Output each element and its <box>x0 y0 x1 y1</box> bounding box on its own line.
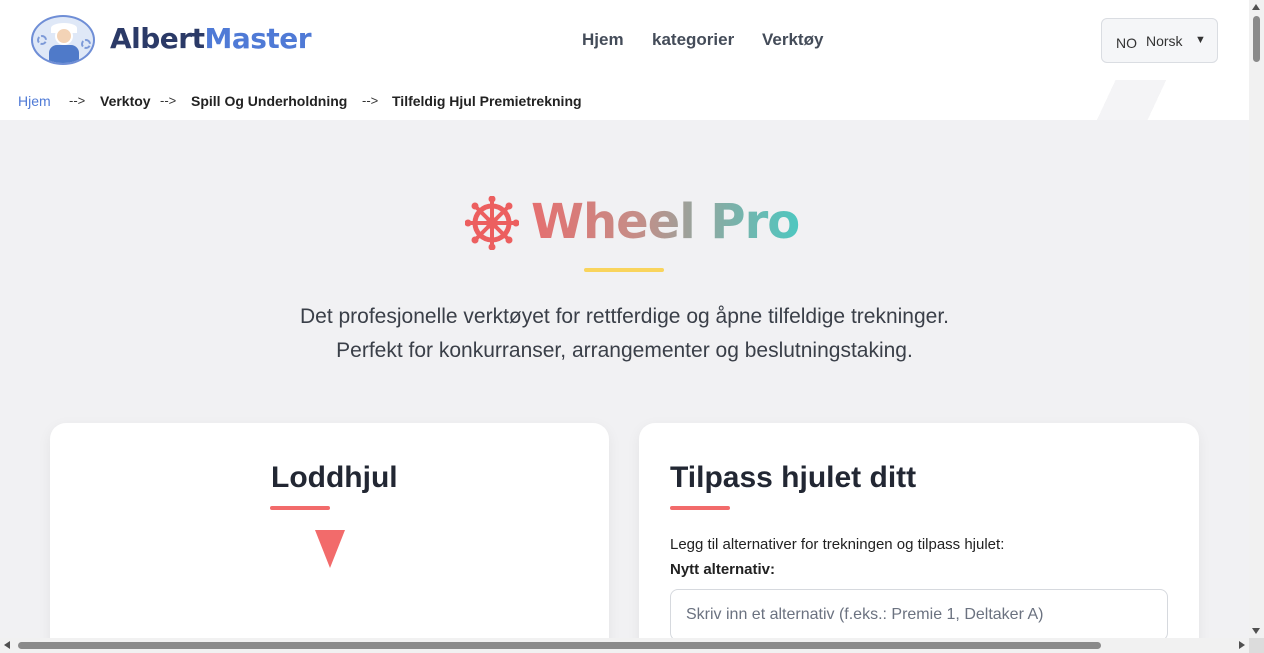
wheel-card-title-underline <box>270 506 330 510</box>
description-line-2: Perfekt for konkurranser, arrangementer … <box>336 339 913 362</box>
horizontal-scrollbar[interactable] <box>0 638 1249 653</box>
dharma-wheel-icon <box>465 196 519 250</box>
scroll-right-arrow-icon[interactable] <box>1239 641 1245 649</box>
scroll-down-arrow-icon[interactable] <box>1252 628 1260 634</box>
page-title-text: Wheel Pro <box>531 194 800 250</box>
breadcrumb-separator: --> <box>69 93 86 108</box>
breadcrumb-item-verktoy[interactable]: Verktoy <box>100 93 151 109</box>
logo-text-albert: Albert <box>110 22 205 55</box>
logo-avatar-icon[interactable] <box>31 15 95 65</box>
logo-text-master: Master <box>204 22 312 55</box>
customize-intro-text: Legg til alternativer for trekningen og … <box>670 536 1005 553</box>
scrollbar-corner <box>1249 638 1264 653</box>
new-option-input[interactable] <box>670 589 1168 641</box>
logo-body <box>49 45 79 63</box>
vertical-scrollbar[interactable] <box>1249 0 1264 638</box>
customize-card-title: Tilpass hjulet ditt <box>670 461 917 494</box>
page-description: Det profesjonelle verktøyet for rettferd… <box>200 300 1049 368</box>
breadcrumb-item-spill[interactable]: Spill Og Underholdning <box>191 93 347 109</box>
breadcrumb: Hjem --> Verktoy --> Spill Og Underholdn… <box>0 80 1249 120</box>
site-header: AlbertMaster Hjem kategorier Verktøy NO … <box>0 0 1249 80</box>
new-option-label: Nytt alternativ: <box>670 561 776 578</box>
vertical-scroll-thumb[interactable] <box>1253 16 1260 62</box>
chevron-down-icon: ▼ <box>1195 34 1206 46</box>
breadcrumb-home-link[interactable]: Hjem <box>18 93 51 109</box>
wheel-pointer-icon <box>315 530 345 568</box>
scroll-up-arrow-icon[interactable] <box>1252 4 1260 10</box>
breadcrumb-separator: --> <box>362 93 379 108</box>
gear-icon <box>81 39 91 49</box>
title-divider <box>584 268 664 272</box>
nav-link-verktoy[interactable]: Verktøy <box>762 30 823 50</box>
breadcrumb-item-current: Tilfeldig Hjul Premietrekning <box>392 93 582 109</box>
nav-link-kategorier[interactable]: kategorier <box>652 30 734 50</box>
gear-icon <box>37 35 47 45</box>
wheel-card: Loddhjul <box>50 423 609 653</box>
logo-wordmark[interactable]: AlbertMaster <box>110 22 312 55</box>
customize-card: Tilpass hjulet ditt Legg til alternative… <box>639 423 1199 653</box>
language-name: Norsk <box>1146 33 1183 49</box>
language-selector[interactable]: NO Norsk ▼ <box>1101 18 1218 63</box>
wheel-card-title: Loddhjul <box>271 461 398 494</box>
nav-link-hjem[interactable]: Hjem <box>582 30 624 50</box>
breadcrumb-separator: --> <box>160 93 177 108</box>
description-line-1: Det profesjonelle verktøyet for rettferd… <box>299 305 950 328</box>
language-code: NO <box>1116 35 1137 51</box>
customize-card-title-underline <box>670 506 730 510</box>
logo-face <box>55 27 73 45</box>
horizontal-scroll-thumb[interactable] <box>18 642 1101 649</box>
scroll-left-arrow-icon[interactable] <box>4 641 10 649</box>
